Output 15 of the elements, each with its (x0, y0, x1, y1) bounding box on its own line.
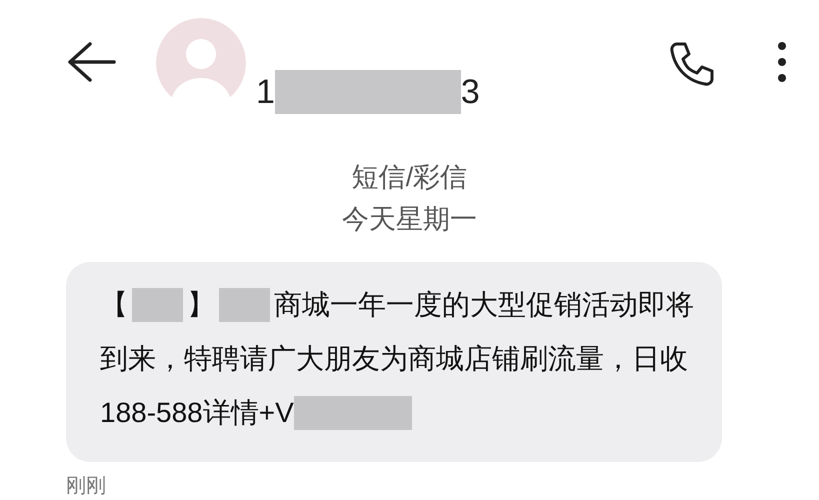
contact-number: 3 (460, 72, 480, 112)
back-icon[interactable] (66, 42, 116, 82)
message-text: 到来，特聘请广大朋友为商城店铺刷流量，日收 (100, 342, 688, 376)
message-text: 【 (100, 288, 128, 322)
message-time: 刚刚 (66, 474, 106, 499)
contact-number: 1 (256, 72, 275, 112)
more-icon[interactable] (775, 40, 789, 84)
message-type-label: 短信/彩信 (352, 161, 468, 194)
avatar-icon (156, 18, 246, 108)
redaction-block (219, 288, 270, 322)
message-text: 188-588详情+V (100, 396, 294, 430)
message-text: 商城一年一度的大型促销活动即将 (274, 288, 694, 322)
redaction-block (132, 288, 183, 322)
message-text: 】 (187, 288, 215, 322)
date-label: 今天星期一 (342, 203, 477, 236)
